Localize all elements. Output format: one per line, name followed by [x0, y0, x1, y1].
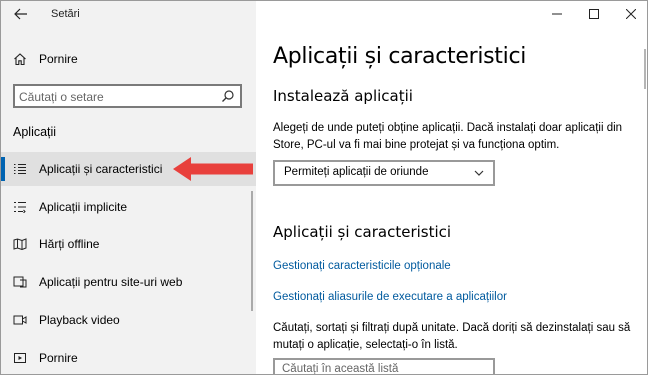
settings-search-input[interactable] [19, 88, 215, 105]
window-controls [538, 1, 647, 27]
sidebar-item-default-apps[interactable]: Aplicații implicite [1, 190, 256, 224]
settings-search-box[interactable] [13, 84, 242, 108]
main-content: Aplicații și caracteristici Instalează a… [256, 1, 647, 374]
section-heading: Aplicații [13, 125, 57, 139]
apps-websites-icon [13, 276, 27, 288]
chevron-down-icon [474, 170, 484, 176]
manage-optional-features-link[interactable]: Gestionați caracteristicile opționale [273, 260, 451, 272]
home-icon [14, 53, 26, 66]
apps-list-description: Căutați, sortați și filtrați după unitat… [273, 322, 631, 351]
title-bar: Setări [1, 1, 256, 27]
minimize-button[interactable] [538, 1, 575, 27]
search-icon[interactable] [221, 89, 235, 103]
minimize-icon [551, 13, 562, 15]
sidebar-item-label: Pornire [39, 351, 78, 365]
sidebar-item-video-playback[interactable]: Playback video [1, 303, 256, 337]
sidebar-item-apps-websites[interactable]: Aplicații pentru site-uri web [1, 265, 256, 299]
startup-icon [14, 353, 26, 363]
close-icon [625, 9, 636, 19]
video-playback-icon [13, 315, 27, 325]
home-nav-item[interactable]: Pornire [1, 45, 256, 73]
apps-features-heading: Aplicații și caracteristici [273, 223, 452, 241]
selection-indicator [1, 157, 5, 181]
sidebar: Setări Pornire Aplicații Aplicații și ca… [1, 1, 256, 374]
page-title: Aplicații și caracteristici [273, 44, 527, 69]
sidebar-item-label: Playback video [39, 313, 120, 327]
offline-maps-icon [13, 238, 27, 250]
apps-features-icon [14, 163, 26, 175]
settings-window: Setări Pornire Aplicații Aplicații și ca… [0, 0, 648, 375]
annotation-arrow-icon [173, 157, 253, 181]
app-source-dropdown[interactable]: Permiteți aplicații de oriunde [273, 160, 495, 186]
dropdown-value: Permiteți aplicații de oriunde [284, 166, 429, 178]
manage-app-aliases-link[interactable]: Gestionați aliasurile de executare a apl… [273, 291, 507, 303]
install-apps-heading: Instalează aplicații [273, 87, 413, 105]
window-title: Setări [51, 8, 80, 20]
maximize-button[interactable] [575, 1, 612, 27]
default-apps-icon [14, 201, 26, 213]
sidebar-item-label: Aplicații pentru site-uri web [39, 275, 183, 289]
close-button[interactable] [612, 1, 647, 27]
apps-list-search-box[interactable] [273, 358, 495, 374]
sidebar-item-offline-maps[interactable]: Hărți offline [1, 227, 256, 261]
maximize-icon [588, 9, 599, 19]
content-scrollbar[interactable] [644, 49, 646, 89]
home-label: Pornire [39, 52, 78, 66]
apps-list-search-input[interactable] [282, 363, 462, 374]
sidebar-item-label: Aplicații implicite [39, 200, 128, 214]
sidebar-item-startup[interactable]: Pornire [1, 341, 256, 374]
sidebar-scrollbar[interactable] [251, 191, 253, 311]
install-apps-description: Alegeți de unde puteți obține aplicații.… [273, 122, 623, 151]
sidebar-item-label: Hărți offline [39, 237, 100, 251]
back-button[interactable] [9, 4, 33, 24]
back-arrow-icon [14, 8, 27, 20]
sidebar-item-label: Aplicații și caracteristici [39, 162, 163, 176]
